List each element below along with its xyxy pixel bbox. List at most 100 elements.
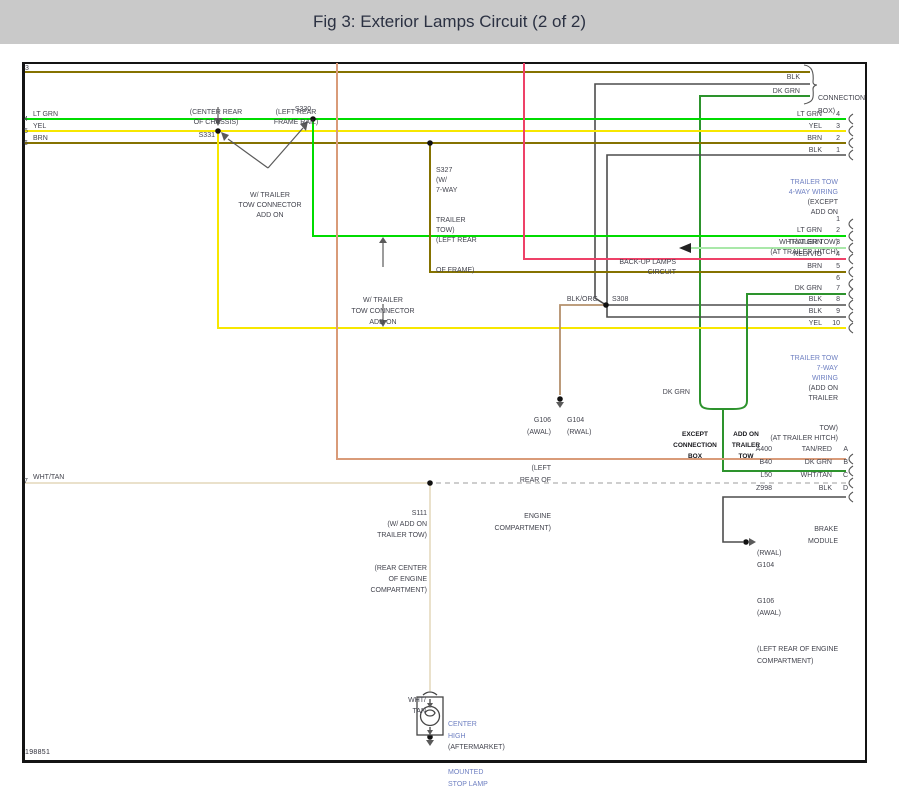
- pin-number: 9: [836, 308, 840, 315]
- wire-blkorg-to-ground: [559, 304, 606, 395]
- pin-letter: C: [842, 472, 848, 479]
- connector-7way-pin-row-2: LT GRN 2: [760, 227, 840, 235]
- label-ground-right: (RWAL) G104 G106 (AWAL) (LEFT REAR OF ENGI…: [757, 550, 839, 665]
- pin-number: 3: [836, 239, 840, 246]
- connector-7way-pin6-icon: [848, 278, 854, 290]
- brake-pin-row-b: B40 DK GRN B: [726, 459, 848, 467]
- splice-s111-dot: [427, 480, 433, 486]
- pin-color-label: LT GRN: [796, 111, 822, 118]
- connector-7way-pin5-icon: [848, 266, 854, 278]
- connector-7way-pin-row-5: BRN 5: [760, 263, 840, 271]
- connector-7way-pin2-icon: [848, 230, 854, 242]
- pin-number: 2: [836, 135, 840, 142]
- pin-color-label: RED/VIO: [793, 251, 822, 258]
- label-backup-lamps-circuit: BACK-UP LAMPS CIRCUIT: [619, 259, 676, 276]
- connector-7way-pin7-icon: [848, 288, 854, 300]
- wire-number-4: 4: [24, 116, 28, 123]
- connector-7way-pin10-icon: [848, 322, 854, 334]
- pin-letter: B: [843, 459, 848, 466]
- wiring-diagram-page: Fig 3: Exterior Lamps Circuit (2 of 2) 3…: [0, 0, 899, 795]
- connector-4way-pin-row-3: YEL 3: [760, 123, 840, 131]
- pin-color-label: BRN: [807, 135, 822, 142]
- connector-4way-pin-row-1: BLK 1: [760, 147, 840, 155]
- pin-color-label: DK GRN: [794, 285, 822, 292]
- connector-7way-pin-row-3: WHT/LT GRN 3: [760, 239, 840, 247]
- brake-pin-row-d: Z998 BLK D: [726, 485, 848, 493]
- pin-number: 7: [836, 285, 840, 292]
- pin-color-label: LT GRN: [796, 227, 822, 234]
- connector-7way-pin-row-4: RED/VIO 4: [760, 251, 840, 259]
- label-blkorg: BLK/ORG: [566, 296, 598, 303]
- circuit-id: A400: [755, 446, 772, 453]
- label-s308: S308: [612, 296, 629, 303]
- circuit-id: B40: [759, 459, 772, 466]
- lamp-filament: [424, 709, 436, 717]
- label-cb-dkgrn: DK GRN: [772, 88, 800, 95]
- brake-connector-pinC-icon: [848, 477, 854, 489]
- backup-lamps-arrow-icon: [679, 243, 691, 253]
- pin-number: 4: [836, 251, 840, 258]
- connector-7way-pin-row-1: 1: [760, 216, 840, 224]
- connector-4way-pin-row-2: BRN 2: [760, 135, 840, 143]
- double-arrow-top-head-icon: [379, 237, 387, 243]
- pin-color-label: DK GRN: [804, 459, 832, 466]
- pin-color-label: BLK: [808, 296, 822, 303]
- pin-number: 1: [836, 216, 840, 223]
- brake-connector-pinD-icon: [848, 491, 854, 503]
- brake-pin-row-c: L50 WHT/TAN C: [726, 472, 848, 480]
- connector-7way-pin1-icon: [848, 218, 854, 230]
- wire-number-6: 6: [24, 140, 28, 147]
- wire-number-7: 7: [24, 478, 28, 485]
- connector-7way-pin-row-10: YEL 10: [760, 320, 840, 328]
- pin-color-label: BLK: [808, 308, 822, 315]
- connector-7way-pin-row-6: 6: [760, 275, 840, 283]
- circuit-id: L50: [760, 472, 772, 479]
- pin-number: 3: [836, 123, 840, 130]
- pin-color-label: TAN/RED: [801, 446, 832, 453]
- wire-label-6: BRN: [33, 135, 48, 142]
- label-connection-box: CONNECTION BOX): [818, 95, 866, 115]
- pin-number: 6: [836, 275, 840, 282]
- pin-color-label: BLK: [808, 147, 822, 154]
- pin-number: 2: [836, 227, 840, 234]
- ground-right-arrow-icon: [749, 538, 756, 546]
- label-chmsl-aftermarket: (AFTERMARKET): [448, 744, 505, 751]
- label-cb-blk: BLK: [786, 74, 800, 81]
- pin-color-label: YEL: [808, 320, 822, 327]
- connector-7way-pin4-icon: [848, 253, 854, 265]
- ground-mid-dot: [557, 396, 563, 402]
- ground-lamp-arrow-icon: [426, 740, 434, 746]
- connector-7way-pin8-icon: [848, 299, 854, 311]
- label-tow-connector-add-on-2: W/ TRAILER TOW CONNECTOR ADD ON: [351, 297, 415, 326]
- label-row3-right-clipped: BRN: [768, 62, 800, 66]
- label-ground-g104-rwal: G104 (RWAL): [567, 417, 592, 436]
- document-number: 198851: [25, 749, 51, 756]
- wire-number-3: 3: [25, 65, 29, 72]
- label-s331: S331: [198, 132, 215, 139]
- wire-label-3-clipped: BRN: [33, 62, 65, 66]
- label-tow-connector-add-on-1: W/ TRAILER TOW CONNECTOR ADD ON: [238, 192, 302, 219]
- pin-number: 8: [836, 296, 840, 303]
- pin-color-label: WHT/LT GRN: [779, 239, 822, 246]
- connector-7way-pin9-icon: [848, 311, 854, 323]
- label-s330: S330: [294, 106, 312, 113]
- wire-label-4: LT GRN: [33, 111, 59, 118]
- connector-7way-pin-row-7: DK GRN 7: [760, 285, 840, 293]
- pin-number: 10: [832, 320, 840, 327]
- label-s111: S111 (W/ ADD ON TRAILER TOW) (REAR CENTER O…: [370, 510, 427, 594]
- pin-color-label: BRN: [807, 263, 822, 270]
- circuit-id: Z998: [756, 485, 772, 492]
- connector-7way-pin-row-8: BLK 8: [760, 296, 840, 304]
- pin-color-label: WHT/TAN: [800, 472, 832, 479]
- pin-letter: A: [843, 446, 848, 453]
- label-s327: S327 (W/7-WAY TRAILER TOW) (LEFT REAR OF FR…: [436, 167, 477, 274]
- connector-4way-pin-row-4: LT GRN 4: [760, 111, 840, 119]
- wire-number-5: 5: [24, 128, 28, 135]
- pin-number: 4: [836, 111, 840, 118]
- connector-4way-pin1-icon: [848, 149, 854, 161]
- label-ground-g106-awal: G106 (AWAL) (LEFT REAR OF ENGINE COMPARTMEN…: [494, 417, 551, 532]
- ground-mid-arrow-icon: [556, 402, 564, 408]
- pin-number: 5: [836, 263, 840, 270]
- pin-color-label: YEL: [808, 123, 822, 130]
- connector-7way-pin3-icon: [848, 242, 854, 254]
